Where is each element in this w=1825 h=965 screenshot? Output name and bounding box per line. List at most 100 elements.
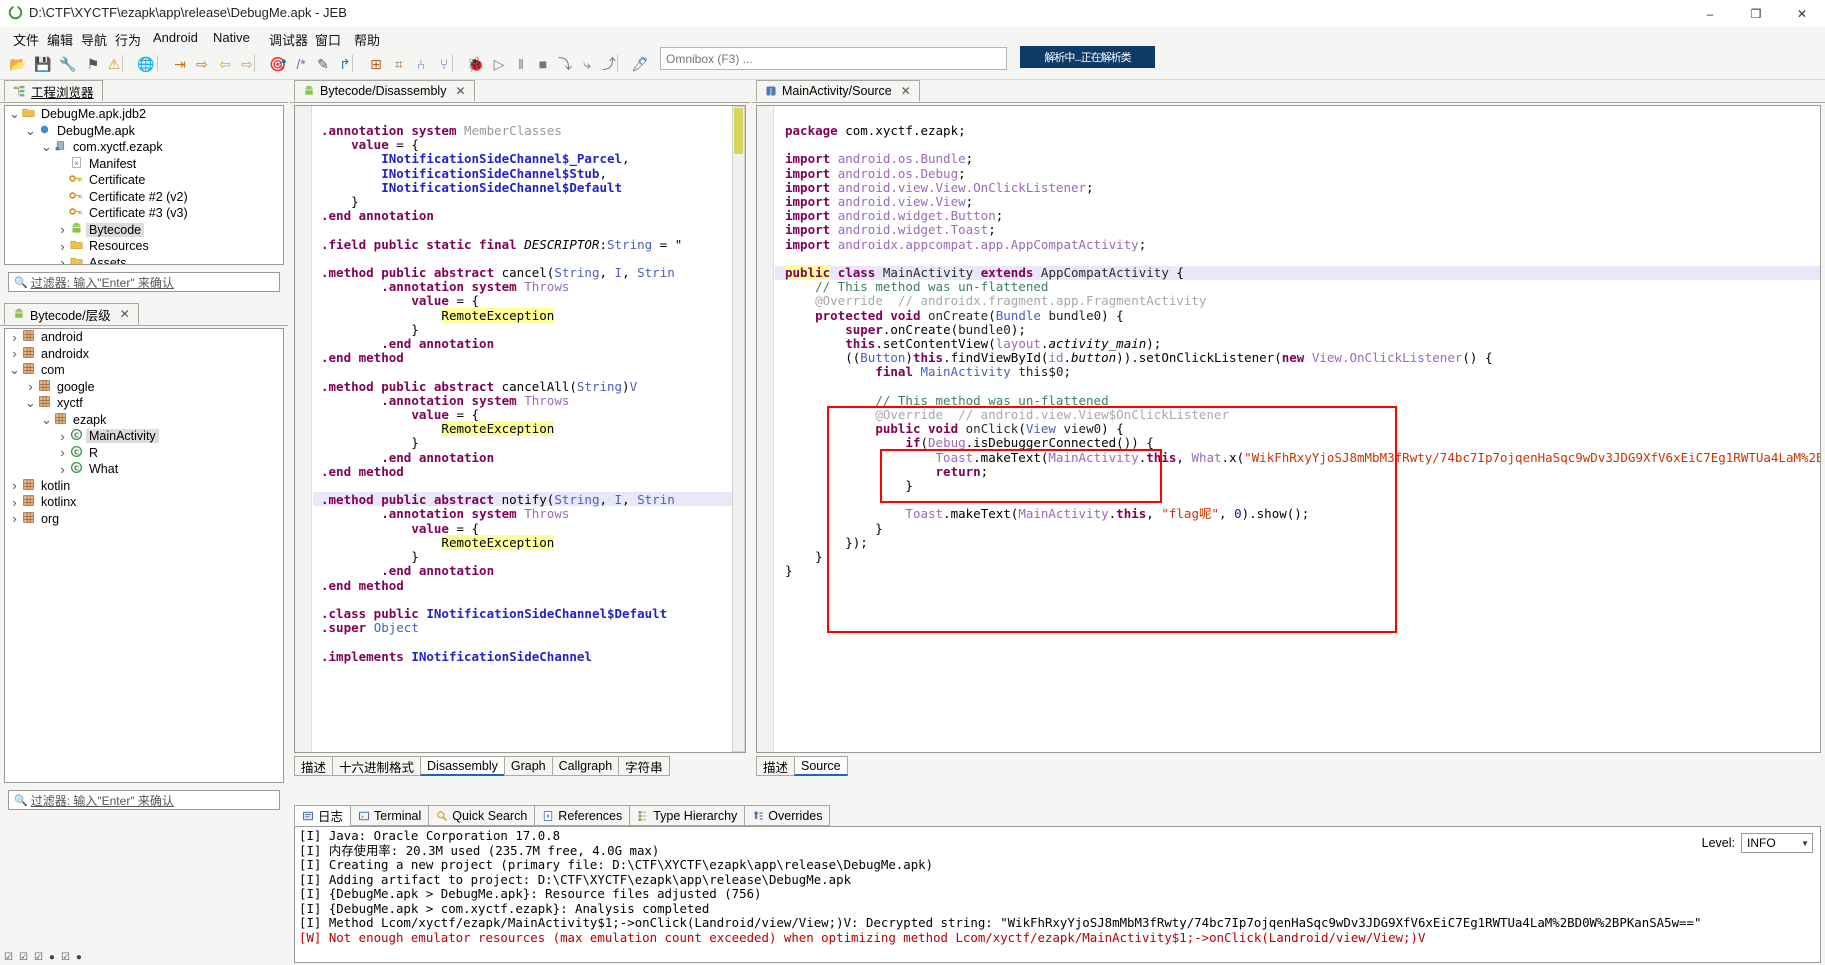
hierarchy-tree-item-row[interactable]: › kotlin: [5, 478, 283, 495]
chevron-right-icon[interactable]: ›: [9, 330, 20, 345]
pin-icon[interactable]: ⚑: [83, 53, 103, 74]
hierarchy-tree-item-row[interactable]: › kotlinx: [5, 494, 283, 511]
hierarchy-tree-item-row[interactable]: › google: [5, 379, 283, 396]
project-tree-item-row[interactable]: › Assets: [5, 255, 283, 264]
bytecode-bottom-tab-1[interactable]: 十六进制格式: [332, 756, 421, 776]
console-tab-1[interactable]: >_ Terminal: [350, 805, 429, 826]
project-tree-item-row[interactable]: Certificate: [5, 172, 283, 189]
chevron-right-icon[interactable]: ›: [9, 478, 20, 493]
menu-item-1[interactable]: 编辑: [42, 29, 78, 50]
chevron-right-icon[interactable]: ›: [57, 445, 68, 460]
hierarchy-tree-item-row[interactable]: › org: [5, 511, 283, 528]
console-log-view[interactable]: [I] Java: Oracle Corporation 17.0.8 [I] …: [294, 826, 1821, 963]
hierarchy-tree-item-row[interactable]: › android: [5, 329, 283, 346]
console-tab-0[interactable]: 日志: [294, 805, 351, 826]
chevron-down-icon[interactable]: ⌄: [9, 107, 20, 120]
hierarchy-tree-item-row[interactable]: › C What: [5, 461, 283, 478]
disassembly-vscrollbar[interactable]: [732, 106, 745, 752]
source-bottom-tab-0[interactable]: 描述: [756, 756, 795, 776]
bytecode-bottom-tab-5[interactable]: 字符串: [618, 756, 670, 776]
console-tab-2[interactable]: Quick Search: [428, 805, 535, 826]
menu-item-2[interactable]: 导航: [76, 29, 112, 50]
hierarchy-filter-input[interactable]: 🔍 过滤器: 输入"Enter" 来确认: [8, 790, 280, 810]
close-icon[interactable]: ✕: [455, 84, 465, 98]
chevron-right-icon[interactable]: ›: [57, 462, 68, 477]
globe-icon[interactable]: 🌐: [136, 53, 156, 74]
stop-icon[interactable]: ■: [533, 53, 553, 74]
hierarchy-tree-item-row[interactable]: › C R: [5, 445, 283, 462]
project-tree-item-row[interactable]: ⌄ DebugMe.apk.jdb2: [5, 106, 283, 123]
hierarchy-tree-item-row[interactable]: › androidx: [5, 346, 283, 363]
debug-bug-icon[interactable]: 🐞: [466, 53, 486, 74]
hierarchy-tree-item-row[interactable]: › C MainActivity: [5, 428, 283, 445]
parsing-progress-button[interactable]: 解析中...正在解析类: [1020, 46, 1155, 68]
chevron-down-icon[interactable]: ⌄: [25, 124, 36, 137]
step-into-icon[interactable]: ⤵: [555, 53, 575, 74]
chevron-right-icon[interactable]: ›: [57, 429, 68, 444]
step-out-icon[interactable]: ⤴: [599, 53, 619, 74]
chevron-right-icon[interactable]: ›: [57, 255, 68, 264]
wrench-icon[interactable]: 🔧: [58, 53, 78, 74]
bytecode-bottom-tab-0[interactable]: 描述: [294, 756, 333, 776]
hierarchy-tree[interactable]: › android › androidx ⌄ com › google ⌄ xyctf ⌄ ezapk…: [4, 328, 284, 783]
tab-bytecode-hierarchy[interactable]: Bytecode/层级 ✕: [4, 303, 139, 325]
close-icon[interactable]: ✕: [901, 84, 911, 98]
hierarchy-tree-item-row[interactable]: ⌄ ezapk: [5, 412, 283, 429]
minimize-button[interactable]: –: [1687, 0, 1733, 27]
chevron-right-icon[interactable]: ›: [9, 346, 20, 361]
goto-address-icon[interactable]: ⇨: [192, 53, 212, 74]
chevron-right-icon[interactable]: ›: [57, 239, 68, 254]
bytecode-bottom-tab-2[interactable]: Disassembly: [420, 756, 504, 776]
tab-bytecode-disassembly[interactable]: Bytecode/Disassembly ✕: [294, 80, 475, 102]
omnibox-input[interactable]: [661, 48, 1006, 69]
close-icon[interactable]: ✕: [120, 307, 130, 321]
project-tree[interactable]: ⌄ DebugMe.apk.jdb2 ⌄ DebugMe.apk ⌄ com.xyctf.…: [4, 105, 284, 265]
project-tree-item-row[interactable]: ⌄ com.xyctf.ezapk: [5, 139, 283, 156]
menu-item-3[interactable]: 行为: [110, 29, 146, 50]
grid2-icon[interactable]: ⌗: [389, 53, 409, 74]
script-icon[interactable]: 🖊: [630, 53, 650, 74]
hierarchy-icon[interactable]: ⑃: [411, 53, 431, 74]
project-tree-item-row[interactable]: Certificate #3 (v3): [5, 205, 283, 222]
project-tree-item-row[interactable]: Certificate #2 (v2): [5, 189, 283, 206]
callgraph-icon[interactable]: ⑂: [434, 53, 454, 74]
omnibox[interactable]: [660, 47, 1007, 70]
open-folder-icon[interactable]: 📂: [8, 53, 28, 74]
menu-item-6[interactable]: 调试器: [264, 29, 313, 50]
save-icon[interactable]: 💾: [33, 53, 53, 74]
project-tree-item-row[interactable]: › Resources: [5, 238, 283, 255]
project-tree-item-row[interactable]: › Bytecode: [5, 222, 283, 239]
forward-icon[interactable]: ⇨: [237, 53, 257, 74]
menu-item-7[interactable]: 窗口: [310, 29, 346, 50]
chevron-right-icon[interactable]: ›: [9, 495, 20, 510]
pause-icon[interactable]: ‖: [511, 53, 531, 74]
project-tree-item-row[interactable]: x Manifest: [5, 156, 283, 173]
menu-item-8[interactable]: 帮助: [349, 29, 385, 50]
goto-icon[interactable]: ⇥: [170, 53, 190, 74]
chevron-down-icon[interactable]: ⌄: [9, 363, 20, 376]
comment-icon[interactable]: /*: [291, 53, 311, 74]
chevron-down-icon[interactable]: ⌄: [41, 140, 52, 153]
chevron-down-icon[interactable]: ⌄: [41, 413, 52, 426]
hierarchy-tree-item-row[interactable]: ⌄ com: [5, 362, 283, 379]
back-icon[interactable]: ⇦: [215, 53, 235, 74]
disassembly-code-view[interactable]: .annotation system MemberClasses value =…: [294, 105, 746, 753]
console-tab-4[interactable]: Type Hierarchy: [629, 805, 745, 826]
source-bottom-tab-1[interactable]: Source: [794, 756, 848, 776]
chevron-down-icon[interactable]: ⌄: [25, 396, 36, 409]
menu-item-4[interactable]: Android: [148, 29, 203, 46]
console-tab-3[interactable]: References: [534, 805, 630, 826]
xref-icon[interactable]: ↱: [335, 53, 355, 74]
step-over-icon[interactable]: ⤷: [577, 53, 597, 74]
maximize-button[interactable]: ❐: [1733, 0, 1779, 27]
tab-project-explorer[interactable]: 工程浏览器: [4, 80, 103, 102]
grid-icon[interactable]: ⊞: [366, 53, 386, 74]
close-button[interactable]: ✕: [1779, 0, 1825, 27]
chevron-right-icon[interactable]: ›: [57, 222, 68, 237]
warning-icon[interactable]: ⚠: [104, 53, 124, 74]
hierarchy-tree-item-row[interactable]: ⌄ xyctf: [5, 395, 283, 412]
menu-item-0[interactable]: 文件: [8, 29, 44, 50]
log-level-select[interactable]: INFO ▼: [1741, 833, 1813, 853]
rename-icon[interactable]: ✎: [313, 53, 333, 74]
project-filter-input[interactable]: 🔍 过滤器: 输入"Enter" 来确认: [8, 272, 280, 292]
